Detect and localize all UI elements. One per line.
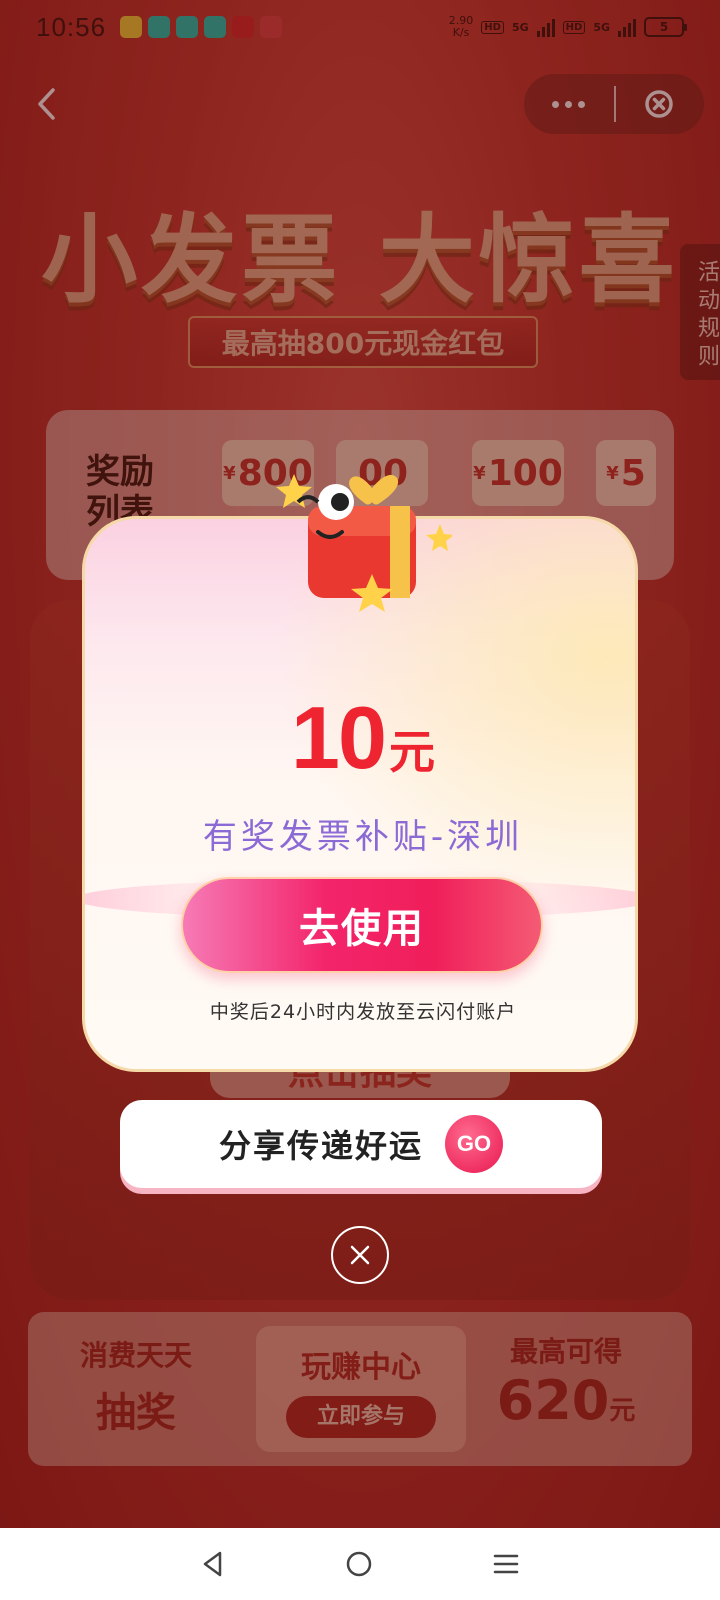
system-navigation-bar [0,1528,720,1600]
share-label: 分享传递好运 [218,1127,423,1165]
prize-amount-number: 10 [291,688,387,787]
gift-mascot-icon [276,474,452,612]
nav-home-icon[interactable] [345,1550,373,1578]
prize-title: 有奖发票补贴-深圳 [202,817,524,857]
nav-back-icon[interactable] [200,1550,226,1578]
share-bar[interactable]: 分享传递好运 GO [120,1100,602,1188]
close-popup-button[interactable] [331,1226,389,1284]
prize-amount-unit: 元 [388,725,435,779]
nav-menu-icon[interactable] [492,1552,520,1576]
use-now-button[interactable]: 去使用 [181,877,543,973]
prize-amount: 10元 [85,687,635,789]
close-icon [350,1245,370,1265]
prize-note: 中奖后24小时内发放至云闪付账户 [209,1001,517,1023]
go-button[interactable]: GO [445,1115,503,1173]
